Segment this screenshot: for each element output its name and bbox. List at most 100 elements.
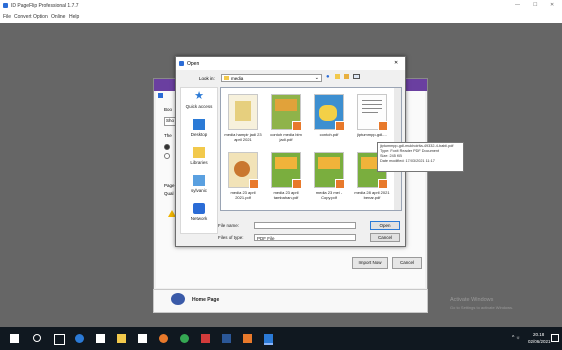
pdf-badge-icon — [292, 179, 302, 189]
open-dialog-icon — [179, 61, 184, 66]
menu-help[interactable]: Help — [69, 14, 79, 20]
wizard-label: Sho — [166, 118, 175, 123]
clock-date[interactable]: 02/06/2021 — [528, 339, 551, 344]
file-type-select[interactable]: PDF File — [254, 234, 356, 241]
wizard-cancel-button[interactable]: Cancel — [392, 257, 422, 269]
wizard-label: Qual — [164, 191, 174, 196]
notification-icon[interactable] — [551, 334, 559, 342]
file-name: contoh media blm jadi.pdf — [270, 132, 302, 142]
file-item[interactable]: media hampir jadi 23 april 2021 — [223, 94, 263, 142]
home-page-bar: Home Page — [153, 289, 428, 313]
menu-online[interactable]: Online — [51, 14, 65, 20]
file-name: media 23 mei - Copy.pdf — [315, 190, 343, 200]
pdf-badge-icon — [378, 121, 388, 131]
file-list: media hampir jadi 23 april 2021 contoh m… — [220, 87, 402, 211]
minimize-button[interactable]: — — [515, 2, 520, 8]
mail-icon[interactable] — [138, 334, 147, 343]
place-label: Desktop — [190, 132, 208, 137]
pdf-badge-icon — [335, 121, 345, 131]
powerpoint-icon[interactable] — [243, 334, 252, 343]
radio-button[interactable] — [164, 144, 170, 150]
open-button[interactable]: Open — [370, 221, 400, 230]
new-folder-icon[interactable] — [344, 74, 349, 79]
pdf-reader-icon[interactable] — [201, 334, 210, 343]
file-tooltip: jiptummpp-gdl-mukhoirita-49332-4-babii.p… — [377, 142, 464, 172]
system-tray-icon[interactable]: ^ ☼ — [512, 335, 520, 341]
file-item[interactable]: jiptummpp-gdl-... — [352, 94, 392, 137]
word-icon[interactable] — [222, 334, 231, 343]
app-logo-icon — [3, 3, 8, 8]
chrome-icon[interactable] — [180, 334, 189, 343]
file-item[interactable]: media 23 mei - Copy.pdf — [309, 152, 349, 200]
watermark-line2: Go to Settings to activate Windows. — [450, 305, 514, 310]
pdf-thumbnail — [271, 94, 302, 131]
firefox-icon[interactable] — [159, 334, 168, 343]
network-icon — [193, 203, 205, 214]
wizard-icon — [158, 93, 163, 98]
folder-icon — [224, 76, 229, 80]
cancel-button[interactable]: Cancel — [370, 233, 400, 242]
tooltip-date: Date modified: 17/03/2021 11:17 — [380, 159, 435, 163]
import-now-button[interactable]: Import Now — [352, 257, 388, 269]
look-in-label: Look in: — [199, 76, 215, 81]
radio-button[interactable] — [164, 153, 170, 159]
file-explorer-icon[interactable] — [117, 334, 126, 343]
libraries-place[interactable]: Libraries — [181, 147, 217, 165]
watermark-line1: Activate Windows — [450, 297, 494, 303]
pdf-thumbnail — [271, 152, 302, 189]
taskbar: ^ ☼ 20.18 02/06/2021 — [0, 327, 562, 350]
maximize-button[interactable]: ☐ — [533, 2, 537, 8]
menu-bar: File Convert Option Online Help — [0, 11, 562, 23]
file-item[interactable]: contoh.pdf — [309, 94, 349, 137]
file-type-label: Files of type: — [218, 235, 244, 240]
app-title: ID PageFlip Professional 1.7.7 — [11, 3, 79, 9]
open-dialog-title: Open — [187, 61, 200, 67]
file-name: media 28 april 2021 benar.pdf — [354, 190, 390, 200]
back-icon[interactable]: ● — [326, 74, 330, 80]
clock-time[interactable]: 20.18 — [533, 332, 544, 337]
look-in-value: media — [231, 76, 244, 81]
view-menu-icon[interactable] — [353, 74, 360, 79]
file-name: media 23 april tambahan.pdf — [273, 190, 299, 200]
file-name: media 23 april 2021.pdf — [230, 190, 256, 200]
file-name: contoh.pdf — [319, 132, 339, 137]
open-dialog-close-button[interactable]: ✕ — [394, 60, 398, 66]
quick-access-place[interactable]: ★ Quick access — [181, 90, 217, 110]
look-in-row: Look in: media ⌄ ● — [176, 71, 405, 85]
pdf-thumbnail — [357, 94, 388, 131]
desktop-icon — [193, 119, 205, 130]
search-icon[interactable] — [33, 334, 41, 342]
desktop-place[interactable]: Desktop — [181, 119, 217, 137]
user-folder-icon — [193, 175, 205, 186]
place-label: sylvanic — [190, 188, 207, 193]
menu-option[interactable]: Option — [33, 14, 48, 20]
menu-file[interactable]: File — [3, 14, 11, 20]
pageflip-icon[interactable] — [264, 334, 273, 345]
wizard-label: Boo — [164, 107, 173, 112]
file-name: media hampir jadi 23 april 2021 — [224, 132, 262, 142]
pdf-thumbnail — [314, 94, 345, 131]
network-place[interactable]: Network — [181, 203, 217, 221]
user-place[interactable]: sylvanic — [181, 175, 217, 193]
app-titlebar: ID PageFlip Professional 1.7.7 — ☐ ✕ — [0, 0, 562, 11]
pdf-badge-icon — [292, 121, 302, 131]
file-name-label: File name: — [218, 223, 240, 228]
places-bar: ★ Quick access Desktop Libraries sylvani… — [180, 87, 218, 234]
wizard-label: The — [164, 133, 172, 138]
file-name-input[interactable] — [254, 222, 356, 229]
place-label: Libraries — [190, 160, 208, 165]
windows-start-icon[interactable] — [10, 334, 19, 343]
edge-icon[interactable] — [75, 334, 84, 343]
file-item[interactable]: contoh media blm jadi.pdf — [266, 94, 306, 142]
task-view-icon[interactable] — [54, 334, 65, 345]
up-folder-icon[interactable] — [335, 74, 340, 79]
menu-convert[interactable]: Convert — [14, 14, 32, 20]
file-item[interactable]: media 23 april 2021.pdf — [223, 152, 263, 200]
look-in-dropdown[interactable]: media ⌄ — [221, 74, 322, 82]
star-icon: ★ — [194, 90, 204, 102]
file-item[interactable]: media 23 april tambahan.pdf — [266, 152, 306, 200]
store-icon[interactable] — [96, 334, 105, 343]
place-label: Quick access — [185, 104, 213, 109]
close-button[interactable]: ✕ — [550, 2, 554, 8]
pdf-badge-icon — [378, 179, 388, 189]
